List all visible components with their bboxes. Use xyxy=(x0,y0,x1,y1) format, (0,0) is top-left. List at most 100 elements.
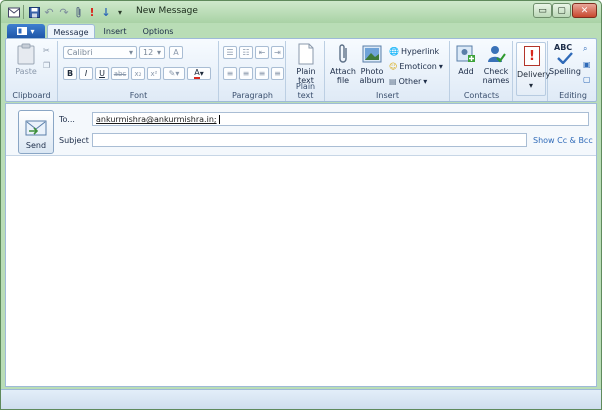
paperclip-icon xyxy=(339,44,347,63)
add-contact-icon xyxy=(456,45,475,62)
attach-label-1: Attach xyxy=(330,67,356,76)
chevron-down-icon: ▾ xyxy=(30,26,35,36)
spelling-icon: ABC xyxy=(552,43,578,65)
subscript-button[interactable]: x₂ xyxy=(131,67,145,80)
ribbon-tabs: ▾ Message Insert Options xyxy=(1,23,601,39)
underline-button[interactable]: U xyxy=(95,67,109,80)
highlight-button[interactable]: ✎ ▾ xyxy=(163,67,185,80)
contacts-group-label: Contacts xyxy=(463,91,500,100)
close-button[interactable]: ✕ xyxy=(572,3,597,18)
ribbon: Paste ✂ ❐ Clipboard Calibri ▾ 12 ▾ A B I U… xyxy=(5,38,597,102)
check-label-1: Check xyxy=(483,67,509,76)
editing-group: ABC Spelling ⌕ ▣ ▢ Editing xyxy=(549,41,597,101)
paragraph-group-label: Paragraph xyxy=(232,91,273,100)
priority-icon: ! xyxy=(524,46,540,66)
font-family-select[interactable]: Calibri ▾ xyxy=(63,46,137,59)
close-icon: ✕ xyxy=(580,5,589,16)
send-button[interactable]: Send xyxy=(18,110,54,154)
strikethrough-button[interactable]: abc xyxy=(111,67,129,80)
other-label: Other xyxy=(398,76,422,86)
customize-dropdown-icon[interactable]: ▾ xyxy=(115,5,125,19)
undo-icon[interactable]: ↶ xyxy=(43,5,55,19)
chevron-down-icon: ▾ xyxy=(128,48,133,57)
message-header: Send To... ankurmishra@ankurmishra.in; S… xyxy=(6,104,596,156)
message-body[interactable] xyxy=(6,157,596,386)
numbering-icon[interactable]: ☷ xyxy=(239,46,253,59)
minimize-button[interactable]: ▭ xyxy=(533,3,552,18)
attach-label-2: file xyxy=(336,76,350,85)
select-all-icon[interactable]: ▣ xyxy=(583,58,591,70)
photo-label-2: album xyxy=(359,76,385,85)
delivery-button[interactable]: ! Delivery ▾ xyxy=(516,42,550,96)
photo-album-button[interactable]: Photo album xyxy=(358,43,386,85)
bold-button[interactable]: B xyxy=(63,67,77,80)
minimize-icon: ▭ xyxy=(538,5,547,16)
align-center-icon[interactable]: ≡ xyxy=(239,67,253,80)
copy-icon[interactable]: ❐ xyxy=(43,59,50,71)
decrease-indent-icon[interactable]: ⇤ xyxy=(255,46,269,59)
font-color-button[interactable]: A ▾ xyxy=(187,67,211,80)
font-size-select[interactable]: 12 ▾ xyxy=(139,46,165,59)
plain-text-group: Plain text Plain text xyxy=(287,41,325,101)
title-bar: ↶ ↷ ! ↓ ▾ New Message ▭ ▢ ✕ xyxy=(1,1,601,23)
plain-text-button[interactable]: Plain text xyxy=(292,43,320,85)
align-left-icon[interactable]: ≡ xyxy=(223,67,237,80)
compose-area: Send To... ankurmishra@ankurmishra.in; S… xyxy=(5,103,597,387)
chevron-down-icon: ▾ xyxy=(175,69,180,78)
subject-label: Subject xyxy=(59,136,89,145)
redo-icon[interactable]: ↷ xyxy=(58,5,70,19)
cut-icon[interactable]: ✂ xyxy=(43,44,50,56)
check-label-2: names xyxy=(482,76,510,85)
editing-group-label: Editing xyxy=(559,91,587,100)
increase-indent-icon[interactable]: ⇥ xyxy=(271,46,284,59)
find-icon[interactable]: ⌕ xyxy=(583,43,587,55)
tab-options[interactable]: Options xyxy=(137,24,179,39)
align-right-icon[interactable]: ≡ xyxy=(255,67,269,80)
plain-text-label-1: Plain xyxy=(296,67,316,76)
attach-file-button[interactable]: Attach file xyxy=(329,43,357,85)
check-names-icon xyxy=(488,46,506,63)
subject-field[interactable] xyxy=(92,133,527,147)
paste-button[interactable]: Paste xyxy=(11,43,41,76)
to-field[interactable]: ankurmishra@ankurmishra.in; xyxy=(92,112,589,126)
emoticon-button[interactable]: ☺ Emoticon ▾ xyxy=(389,60,443,72)
tab-message[interactable]: Message xyxy=(47,24,95,39)
add-contact-button[interactable]: Add xyxy=(453,43,479,76)
replace-icon[interactable]: ▢ xyxy=(583,73,591,85)
recipient-token[interactable]: ankurmishra@ankurmishra.in; xyxy=(96,115,217,124)
highlighter-icon: ✎ xyxy=(168,69,176,78)
app-menu-button[interactable]: ▾ xyxy=(7,24,45,38)
send-icon xyxy=(25,120,47,136)
other-button[interactable]: ▤ Other ▾ xyxy=(389,75,427,87)
paste-icon xyxy=(17,43,35,65)
hyperlink-label: Hyperlink xyxy=(400,46,440,56)
paste-label: Paste xyxy=(15,67,37,76)
low-priority-icon[interactable]: ↓ xyxy=(101,5,111,19)
mail-icon[interactable] xyxy=(7,5,21,19)
bullets-icon[interactable]: ☰ xyxy=(223,46,237,59)
other-insert-icon: ▤ xyxy=(389,76,397,86)
attach-icon[interactable] xyxy=(73,5,83,19)
clipboard-group-label: Clipboard xyxy=(12,91,51,100)
italic-button[interactable]: I xyxy=(79,67,93,80)
check-names-button[interactable]: Check names xyxy=(481,43,511,85)
chevron-down-icon: ▾ xyxy=(528,81,533,90)
high-priority-icon[interactable]: ! xyxy=(87,5,97,19)
show-cc-bcc-link[interactable]: Show Cc & Bcc xyxy=(533,136,593,145)
spelling-button[interactable]: ABC Spelling xyxy=(549,43,581,76)
superscript-button[interactable]: x² xyxy=(147,67,161,80)
maximize-button[interactable]: ▢ xyxy=(552,3,571,18)
plain-text-group-label: Plain text xyxy=(295,82,316,100)
photo-label-1: Photo xyxy=(360,67,384,76)
spelling-label: Spelling xyxy=(549,67,581,76)
to-label[interactable]: To... xyxy=(59,115,75,124)
justify-icon[interactable]: ≡ xyxy=(271,67,284,80)
font-size-value: 12 xyxy=(143,48,154,57)
save-icon[interactable] xyxy=(28,5,40,19)
tab-insert[interactable]: Insert xyxy=(97,24,133,39)
app-menu-icon xyxy=(17,27,28,35)
hyperlink-button[interactable]: 🌐 Hyperlink xyxy=(389,45,439,57)
grow-font-icon[interactable]: A xyxy=(169,46,183,59)
chevron-down-icon: ▾ xyxy=(438,61,443,71)
window-title: New Message xyxy=(136,6,198,16)
